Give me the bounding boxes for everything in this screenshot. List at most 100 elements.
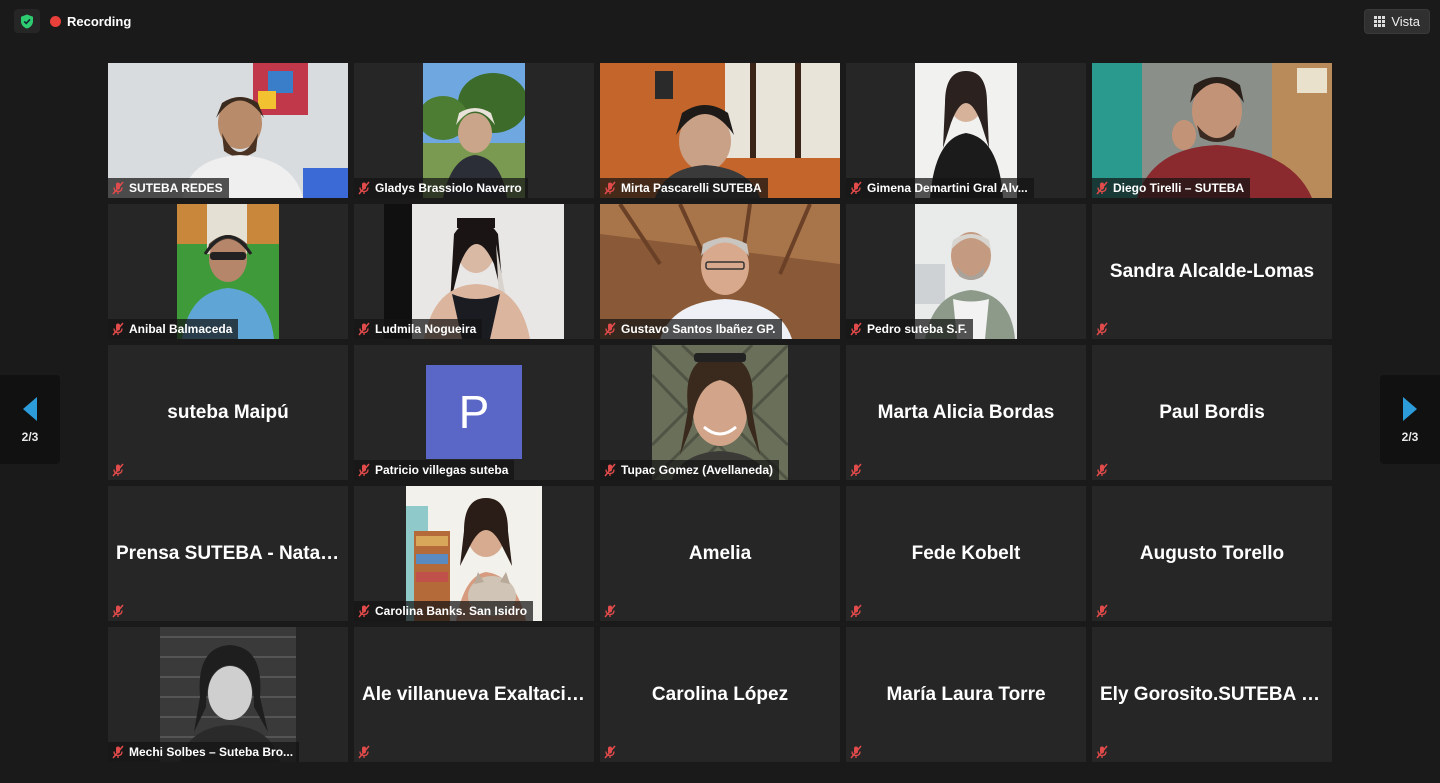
participant-label <box>354 742 371 762</box>
participant-label <box>600 742 617 762</box>
participant-label: Anibal Balmaceda <box>108 319 239 339</box>
participant-label: Tupac Gomez (Avellaneda) <box>600 460 780 480</box>
previous-page-button[interactable]: 2/3 <box>0 375 60 464</box>
mic-muted-icon <box>604 322 616 336</box>
page-indicator-left: 2/3 <box>21 429 39 444</box>
participant-tile[interactable]: Ale villanueva Exaltación <box>354 627 594 762</box>
meeting-window: Recording Vista 2/3 2/3 SUTEBA REDES Gla… <box>0 0 1440 783</box>
mic-muted-icon <box>850 181 862 195</box>
mic-muted-icon <box>358 463 370 477</box>
participant-tile[interactable]: Ludmila Nogueira <box>354 204 594 339</box>
participant-label: Mirta Pascarelli SUTEBA <box>600 178 768 198</box>
participant-label: Ludmila Nogueira <box>354 319 483 339</box>
participant-tile[interactable]: Gimena Demartini Gral Alv... <box>846 63 1086 198</box>
arrow-right-icon <box>1403 396 1417 421</box>
participant-display-name: Ale villanueva Exaltación <box>362 683 590 705</box>
participant-label: Carolina Banks. San Isidro <box>354 601 534 621</box>
participant-label: Mechi Solbes – Suteba Bro... <box>108 742 300 762</box>
participant-tile[interactable]: suteba Maipú <box>108 345 348 480</box>
mic-muted-icon <box>850 322 862 336</box>
participant-name: Diego Tirelli – SUTEBA <box>1113 181 1245 195</box>
participant-label: Gimena Demartini Gral Alv... <box>846 178 1034 198</box>
participant-tile[interactable]: Marta Alicia Bordas <box>846 345 1086 480</box>
participant-tile[interactable]: Carolina López <box>600 627 840 762</box>
mic-muted-icon <box>1096 463 1108 477</box>
recording-indicator[interactable]: Recording <box>46 9 137 33</box>
mic-muted-icon <box>1096 322 1108 336</box>
mic-muted-icon <box>358 604 370 618</box>
participant-tile[interactable]: Gustavo Santos Ibañez GP. <box>600 204 840 339</box>
participant-display-name: Fede Kobelt <box>911 542 1021 564</box>
mic-muted-icon <box>358 181 370 195</box>
mic-muted-icon <box>112 463 124 477</box>
participant-tile[interactable]: P Patricio villegas suteba <box>354 345 594 480</box>
participant-label: Diego Tirelli – SUTEBA <box>1092 178 1251 198</box>
mic-muted-icon <box>604 181 616 195</box>
participant-tile[interactable]: Augusto Torello <box>1092 486 1332 621</box>
participant-tile[interactable]: Gladys Brassiolo Navarro <box>354 63 594 198</box>
participant-display-name: Ely Gorosito.SUTEBA 9... <box>1100 683 1328 705</box>
participant-tile[interactable]: Pedro suteba S.F. <box>846 204 1086 339</box>
mic-muted-icon <box>1096 181 1108 195</box>
participant-label: Gladys Brassiolo Navarro <box>354 178 528 198</box>
participant-tile[interactable]: Tupac Gomez (Avellaneda) <box>600 345 840 480</box>
participant-display-name: María Laura Torre <box>886 683 1046 705</box>
participant-tile[interactable]: Prensa SUTEBA - Natali... <box>108 486 348 621</box>
participant-name: Tupac Gomez (Avellaneda) <box>621 463 774 477</box>
security-shield-icon[interactable] <box>14 9 40 33</box>
participant-name: Carolina Banks. San Isidro <box>375 604 528 618</box>
participant-tile[interactable]: Mechi Solbes – Suteba Bro... <box>108 627 348 762</box>
participant-label: Patricio villegas suteba <box>354 460 515 480</box>
participant-display-name: Marta Alicia Bordas <box>877 401 1055 423</box>
participant-name: Patricio villegas suteba <box>375 463 509 477</box>
participant-display-name: suteba Maipú <box>167 401 289 423</box>
participant-label <box>108 601 125 621</box>
participant-name: Mirta Pascarelli SUTEBA <box>621 181 762 195</box>
participant-tile[interactable]: SUTEBA REDES <box>108 63 348 198</box>
mic-muted-icon <box>112 604 124 618</box>
participant-label: Gustavo Santos Ibañez GP. <box>600 319 782 339</box>
mic-muted-icon <box>1096 745 1108 759</box>
participant-label <box>1092 319 1109 339</box>
participant-tile[interactable]: Ely Gorosito.SUTEBA 9... <box>1092 627 1332 762</box>
participant-label: Pedro suteba S.F. <box>846 319 974 339</box>
participant-label <box>846 742 863 762</box>
participant-name: SUTEBA REDES <box>129 181 223 195</box>
participant-grid: SUTEBA REDES Gladys Brassiolo Navarro Mi… <box>108 63 1332 762</box>
participant-name: Ludmila Nogueira <box>375 322 477 336</box>
arrow-left-icon <box>23 396 37 421</box>
participant-tile[interactable]: Diego Tirelli – SUTEBA <box>1092 63 1332 198</box>
participant-name: Pedro suteba S.F. <box>867 322 968 336</box>
mic-muted-icon <box>1096 604 1108 618</box>
participant-name: Gustavo Santos Ibañez GP. <box>621 322 776 336</box>
next-page-button[interactable]: 2/3 <box>1380 375 1440 464</box>
participant-display-name: Augusto Torello <box>1139 542 1285 564</box>
participant-label <box>600 601 617 621</box>
participant-tile[interactable]: Mirta Pascarelli SUTEBA <box>600 63 840 198</box>
participant-tile[interactable]: Fede Kobelt <box>846 486 1086 621</box>
mic-muted-icon <box>358 745 370 759</box>
participant-tile[interactable]: Sandra Alcalde-Lomas <box>1092 204 1332 339</box>
view-button[interactable]: Vista <box>1364 9 1430 34</box>
participant-display-name: Amelia <box>688 542 752 564</box>
mic-muted-icon <box>604 745 616 759</box>
participant-name: Mechi Solbes – Suteba Bro... <box>129 745 294 759</box>
participant-label <box>846 460 863 480</box>
participant-tile[interactable]: María Laura Torre <box>846 627 1086 762</box>
mic-muted-icon <box>850 745 862 759</box>
participant-tile[interactable]: Anibal Balmaceda <box>108 204 348 339</box>
participant-tile[interactable]: Carolina Banks. San Isidro <box>354 486 594 621</box>
participant-label <box>1092 601 1109 621</box>
recording-label: Recording <box>67 13 132 29</box>
recording-dot-icon <box>50 15 61 27</box>
participant-label <box>846 601 863 621</box>
participant-tile[interactable]: Paul Bordis <box>1092 345 1332 480</box>
participant-label <box>1092 460 1109 480</box>
participant-display-name: Prensa SUTEBA - Natali... <box>116 542 347 564</box>
participant-tile[interactable]: Amelia <box>600 486 840 621</box>
mic-muted-icon <box>112 181 124 195</box>
view-label: Vista <box>1391 14 1420 29</box>
avatar: P <box>426 365 522 459</box>
participant-display-name: Paul Bordis <box>1159 401 1265 423</box>
grid-icon <box>1374 16 1386 27</box>
